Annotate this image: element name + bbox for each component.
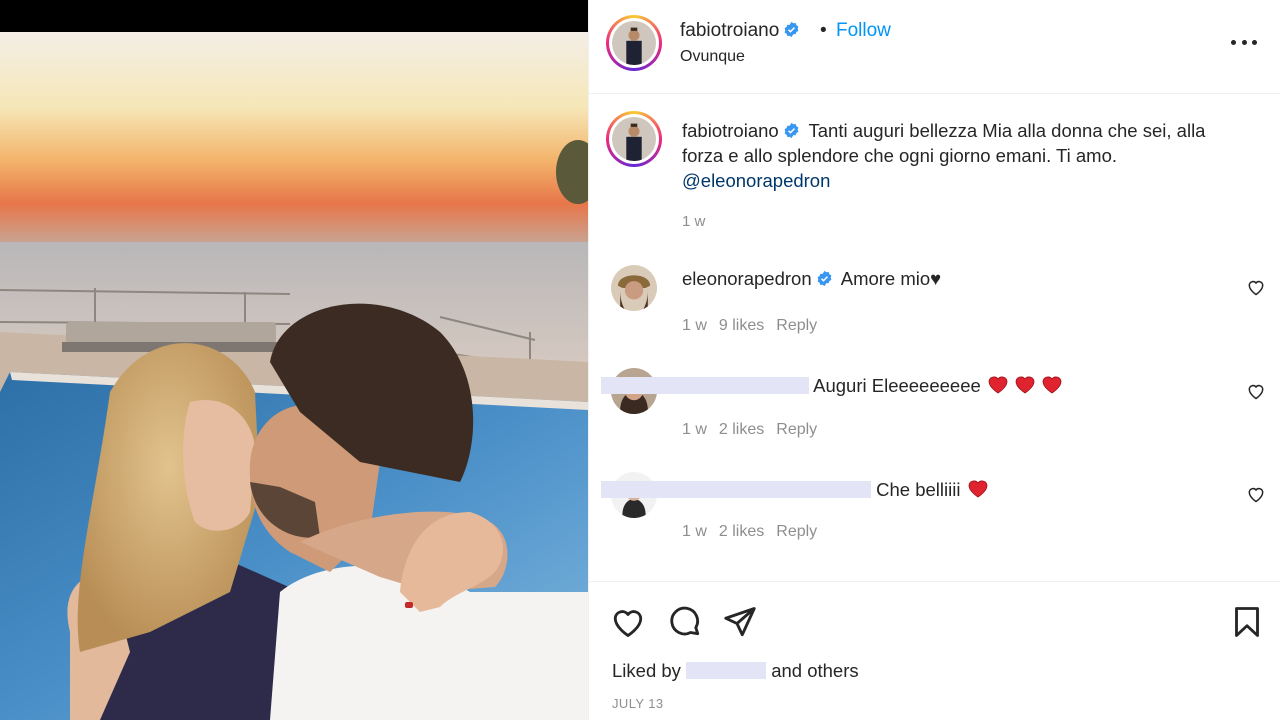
comment-body: Che belliiii: [876, 479, 961, 500]
comment-meta: 1 w 2 likes Reply: [682, 421, 829, 439]
bookmark-icon[interactable]: [1229, 604, 1265, 640]
author-avatar[interactable]: [606, 15, 662, 71]
avatar-image: [612, 117, 656, 161]
comment-like-heart-icon[interactable]: [1246, 381, 1266, 401]
verified-badge-icon: [817, 270, 831, 287]
comment-username[interactable]: eleonorapedron: [682, 268, 833, 289]
comment-body: Amore mio♥: [840, 268, 942, 289]
redacted-liker[interactable]: [686, 662, 767, 679]
red-heart-emoji-icon: [968, 480, 988, 498]
comment-icon[interactable]: [667, 604, 703, 640]
comment-avatar[interactable]: [611, 265, 657, 311]
liked-by-line: Liked by and others: [612, 660, 859, 682]
photo-top-bar: [0, 0, 588, 32]
post-detail-panel: fabiotroiano • Follow Ovunque fabiotroia…: [588, 0, 1280, 720]
avatar-image: [611, 265, 657, 311]
more-options-icon[interactable]: [1231, 32, 1257, 52]
share-icon[interactable]: [722, 604, 758, 640]
separator-dot: •: [820, 20, 827, 41]
comment-reply-button[interactable]: Reply: [776, 523, 817, 540]
caption-username-text[interactable]: fabiotroiano: [682, 120, 779, 141]
post-actions-bar: [589, 581, 1280, 720]
heart-icon[interactable]: [610, 604, 646, 640]
caption-username[interactable]: fabiotroiano: [682, 120, 800, 141]
comment-meta: 1 w 2 likes Reply: [682, 523, 829, 541]
comment-time[interactable]: 1 w: [682, 421, 707, 438]
verified-badge-icon: [784, 21, 799, 38]
comment-username-text[interactable]: eleonorapedron: [682, 268, 812, 289]
comment-reply-button[interactable]: Reply: [776, 317, 817, 334]
comment-like-heart-icon[interactable]: [1246, 484, 1266, 504]
post-image: [0, 32, 588, 720]
post-header: fabiotroiano • Follow Ovunque: [589, 0, 1280, 94]
caption-avatar[interactable]: [606, 111, 662, 167]
author-username[interactable]: fabiotroiano: [680, 20, 800, 42]
caption-mention[interactable]: @eleonorapedron: [682, 170, 830, 191]
liked-by-others[interactable]: and others: [771, 660, 858, 681]
red-hearts-emoji-icon: [988, 376, 1062, 394]
post-location[interactable]: Ovunque: [680, 48, 745, 66]
liked-by-prefix: Liked by: [612, 660, 681, 681]
comment-likes[interactable]: 2 likes: [719, 523, 764, 540]
comment-time[interactable]: 1 w: [682, 523, 707, 540]
comment-meta: 1 w 9 likes Reply: [682, 317, 829, 335]
comment-time[interactable]: 1 w: [682, 317, 707, 334]
redacted-username: [601, 377, 809, 394]
post-caption: fabiotroiano Tanti auguri bellezza Mia a…: [682, 118, 1242, 193]
comment-text-line: eleonorapedron Amore mio♥: [682, 268, 941, 290]
avatar-image: [612, 21, 656, 65]
comment-likes[interactable]: 9 likes: [719, 317, 764, 334]
author-username-text[interactable]: fabiotroiano: [680, 20, 779, 41]
post-photo[interactable]: [0, 0, 588, 720]
post-date[interactable]: JULY 13: [612, 696, 663, 711]
comment-like-heart-icon[interactable]: [1246, 277, 1266, 297]
caption-timestamp[interactable]: 1 w: [682, 213, 705, 230]
follow-button[interactable]: Follow: [836, 20, 891, 42]
comment-text-line: Che belliiii: [601, 477, 992, 501]
comment-likes[interactable]: 2 likes: [719, 421, 764, 438]
comment-body: Auguri Eleeeeeeeee: [813, 375, 981, 396]
comment-reply-button[interactable]: Reply: [776, 421, 817, 438]
redacted-username: [601, 481, 871, 498]
comment-text-line: Auguri Eleeeeeeeee: [601, 373, 1064, 397]
verified-badge-icon: [784, 122, 799, 139]
